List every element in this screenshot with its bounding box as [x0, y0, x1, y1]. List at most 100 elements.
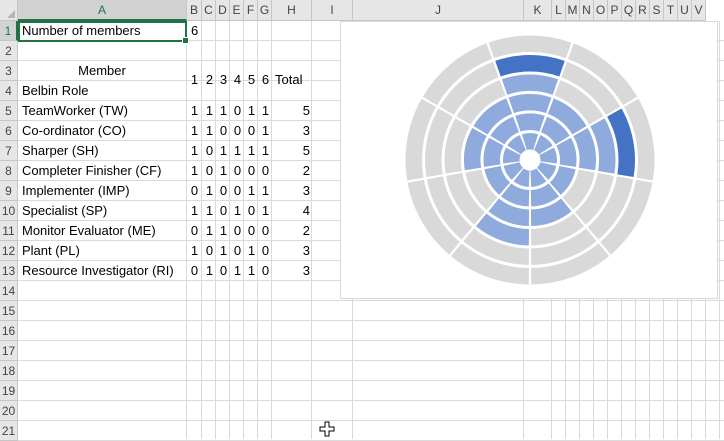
radial-segment-pl-ring-2[interactable]	[483, 137, 504, 167]
radial-segment-tw-ring-4[interactable]	[501, 74, 559, 95]
role-score[interactable]: 1	[187, 141, 202, 161]
radial-segment-tw-ring-3[interactable]	[508, 94, 552, 114]
role-score[interactable]: 1	[202, 181, 217, 201]
row-header-19[interactable]: 19	[0, 381, 18, 401]
role-score[interactable]: 0	[244, 221, 259, 241]
role-name[interactable]: Specialist (SP)	[22, 201, 107, 221]
role-total[interactable]: 3	[272, 181, 310, 201]
cell-a3-member-header[interactable]: Member	[18, 61, 186, 81]
total-header[interactable]: Total	[275, 70, 302, 90]
member-number-5[interactable]: 5	[244, 70, 259, 90]
role-score[interactable]: 0	[230, 161, 245, 181]
column-header-j[interactable]: J	[353, 0, 524, 21]
role-score[interactable]: 0	[187, 221, 202, 241]
role-score[interactable]: 1	[202, 261, 217, 281]
role-total[interactable]: 3	[272, 261, 310, 281]
row-header-11[interactable]: 11	[0, 221, 18, 241]
role-name[interactable]: Completer Finisher (CF)	[22, 161, 161, 181]
role-score[interactable]: 0	[202, 141, 217, 161]
role-total[interactable]: 4	[272, 201, 310, 221]
role-score[interactable]: 0	[230, 121, 245, 141]
role-score[interactable]: 1	[258, 141, 273, 161]
role-score[interactable]: 1	[244, 181, 259, 201]
role-score[interactable]: 0	[244, 201, 259, 221]
row-header-17[interactable]: 17	[0, 341, 18, 361]
row-header-18[interactable]: 18	[0, 361, 18, 381]
role-score[interactable]: 1	[244, 241, 259, 261]
member-number-4[interactable]: 4	[230, 70, 245, 90]
role-total[interactable]: 2	[272, 161, 310, 181]
row-header-13[interactable]: 13	[0, 261, 18, 281]
role-score[interactable]: 1	[230, 201, 245, 221]
member-number-3[interactable]: 3	[216, 70, 231, 90]
role-score[interactable]: 1	[258, 181, 273, 201]
column-header-e[interactable]: E	[230, 0, 244, 21]
role-score[interactable]: 0	[258, 241, 273, 261]
row-header-8[interactable]: 8	[0, 161, 18, 181]
radial-segment-tw-ring-6[interactable]	[488, 35, 572, 59]
role-score[interactable]: 1	[216, 141, 231, 161]
column-header-q[interactable]: Q	[622, 0, 636, 21]
role-score[interactable]: 1	[244, 261, 259, 281]
column-header-k[interactable]: K	[524, 0, 552, 21]
role-score[interactable]: 0	[230, 101, 245, 121]
role-name[interactable]: Resource Investigator (RI)	[22, 261, 174, 281]
column-header-u[interactable]: U	[678, 0, 692, 21]
fill-handle[interactable]	[182, 37, 189, 44]
role-score[interactable]: 0	[216, 181, 231, 201]
column-header-d[interactable]: D	[216, 0, 230, 21]
row-header-21[interactable]: 21	[0, 421, 18, 441]
role-score[interactable]: 1	[230, 141, 245, 161]
member-number-2[interactable]: 2	[202, 70, 217, 90]
column-header-i[interactable]: I	[312, 0, 353, 21]
role-name[interactable]: Plant (PL)	[22, 241, 80, 261]
role-score[interactable]: 1	[244, 141, 259, 161]
role-score[interactable]: 1	[244, 101, 259, 121]
role-score[interactable]: 1	[230, 261, 245, 281]
column-header-t[interactable]: T	[664, 0, 678, 21]
radial-segment-tw-ring-5[interactable]	[495, 55, 565, 77]
role-score[interactable]: 1	[258, 201, 273, 221]
row-header-3[interactable]: 3	[0, 61, 18, 81]
role-total[interactable]: 2	[272, 221, 310, 241]
radial-segment-tw-ring-2[interactable]	[515, 113, 545, 132]
row-header-9[interactable]: 9	[0, 181, 18, 201]
column-header-g[interactable]: G	[258, 0, 272, 21]
row-header-10[interactable]: 10	[0, 201, 18, 221]
role-score[interactable]: 0	[216, 121, 231, 141]
row-header-5[interactable]: 5	[0, 101, 18, 121]
column-header-m[interactable]: M	[566, 0, 580, 21]
role-score[interactable]: 0	[258, 221, 273, 241]
row-header-6[interactable]: 6	[0, 121, 18, 141]
row-header-7[interactable]: 7	[0, 141, 18, 161]
column-header-o[interactable]: O	[594, 0, 608, 21]
role-score[interactable]: 1	[187, 101, 202, 121]
radial-segment-sh-ring-2[interactable]	[556, 137, 577, 167]
role-name[interactable]: Monitor Evaluator (ME)	[22, 221, 156, 241]
role-score[interactable]: 1	[202, 201, 217, 221]
column-header-a[interactable]: A	[18, 0, 187, 21]
role-score[interactable]: 1	[216, 101, 231, 121]
role-total[interactable]: 3	[272, 241, 310, 261]
column-header-r[interactable]: R	[636, 0, 650, 21]
role-score[interactable]: 1	[258, 121, 273, 141]
role-score[interactable]: 1	[216, 241, 231, 261]
cell-a4-role-header[interactable]: Belbin Role	[22, 81, 89, 101]
column-header-s[interactable]: S	[650, 0, 664, 21]
role-score[interactable]: 1	[216, 161, 231, 181]
role-score[interactable]: 0	[230, 181, 245, 201]
role-name[interactable]: Co-ordinator (CO)	[22, 121, 126, 141]
role-score[interactable]: 1	[202, 221, 217, 241]
role-score[interactable]: 1	[187, 201, 202, 221]
radial-chart[interactable]	[340, 21, 718, 299]
role-score[interactable]: 1	[187, 241, 202, 261]
cell-b1-members-count[interactable]: 6	[191, 21, 198, 41]
member-number-6[interactable]: 6	[258, 70, 273, 90]
role-score[interactable]: 0	[202, 241, 217, 261]
role-total[interactable]: 5	[272, 141, 310, 161]
column-header-h[interactable]: H	[272, 0, 312, 21]
member-number-1[interactable]: 1	[187, 70, 202, 90]
radial-segment-sh-ring-3[interactable]	[573, 128, 596, 171]
role-score[interactable]: 0	[187, 181, 202, 201]
row-header-16[interactable]: 16	[0, 321, 18, 341]
